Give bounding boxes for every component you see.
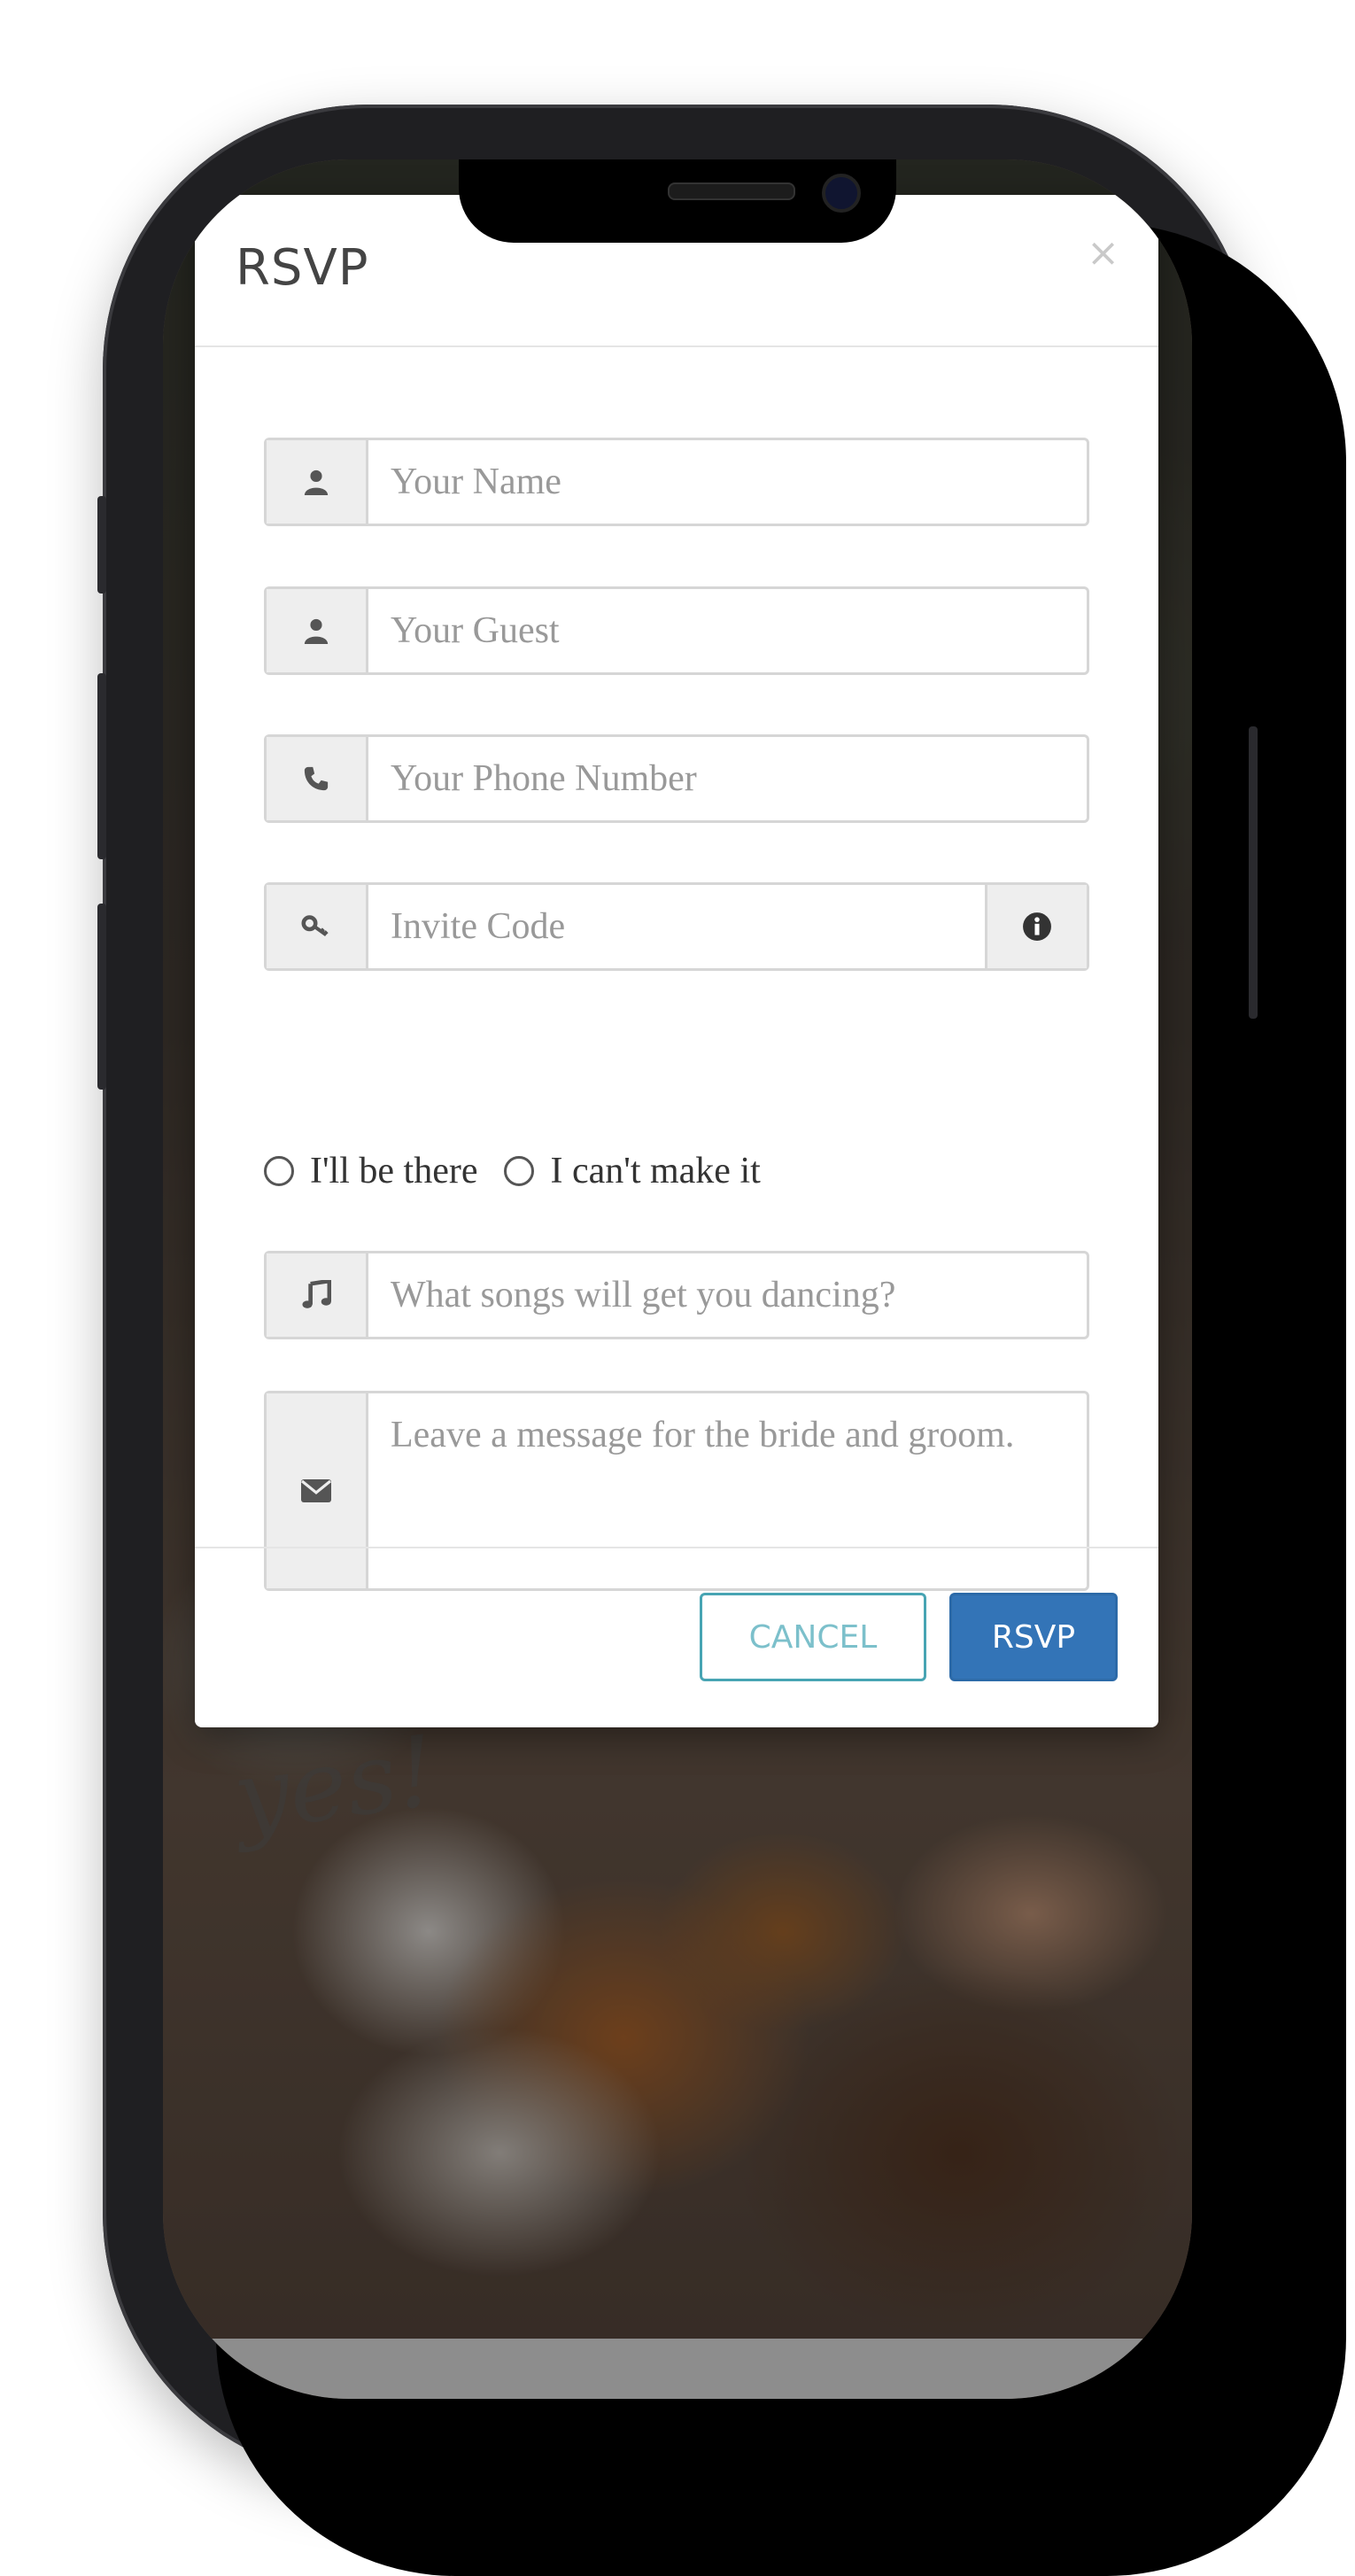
songs-input[interactable] [373, 1253, 1072, 1337]
phone-field-group [264, 734, 1089, 823]
songs-field-group [264, 1251, 1089, 1339]
close-button[interactable]: × [1087, 230, 1119, 275]
modal-title: RSVP [236, 239, 369, 297]
rsvp-modal: RSVP × Your Name Your Guest Your Phone N… [195, 195, 1158, 1727]
info-icon[interactable] [985, 885, 1087, 968]
music-note-icon [267, 1253, 368, 1337]
attend-no-radio[interactable] [504, 1156, 535, 1186]
name-field-group [264, 438, 1089, 526]
mute-switch [97, 496, 106, 594]
cancel-button[interactable]: CANCEL [700, 1593, 926, 1681]
guest-input[interactable] [373, 589, 1072, 672]
key-icon [267, 885, 368, 968]
user-icon [267, 440, 368, 524]
power-button [1249, 726, 1258, 1019]
phone-input[interactable] [373, 737, 1072, 820]
user-icon [267, 589, 368, 672]
volume-down-button [97, 904, 106, 1090]
bottom-bar [163, 2339, 1192, 2399]
attendance-radio-group: I'll be there I can't make it [264, 1144, 787, 1198]
phone-screen: yes! RSVP × Your Name Your Guest Your Ph… [163, 159, 1192, 2399]
invite-code-input[interactable] [373, 885, 975, 968]
invite-code-field-group [264, 882, 1089, 971]
volume-up-button [97, 673, 106, 859]
attend-no-label[interactable]: I can't make it [550, 1150, 760, 1192]
speaker-grille [668, 182, 795, 200]
modal-footer: CANCEL RSVP [195, 1547, 1158, 1729]
name-input[interactable] [373, 440, 1072, 524]
rsvp-submit-button[interactable]: RSVP [949, 1593, 1118, 1681]
attend-yes-label[interactable]: I'll be there [310, 1150, 477, 1192]
front-camera [822, 174, 861, 213]
notch [459, 159, 896, 243]
phone-icon [267, 737, 368, 820]
guest-field-group [264, 586, 1089, 675]
attend-yes-radio[interactable] [264, 1156, 294, 1186]
